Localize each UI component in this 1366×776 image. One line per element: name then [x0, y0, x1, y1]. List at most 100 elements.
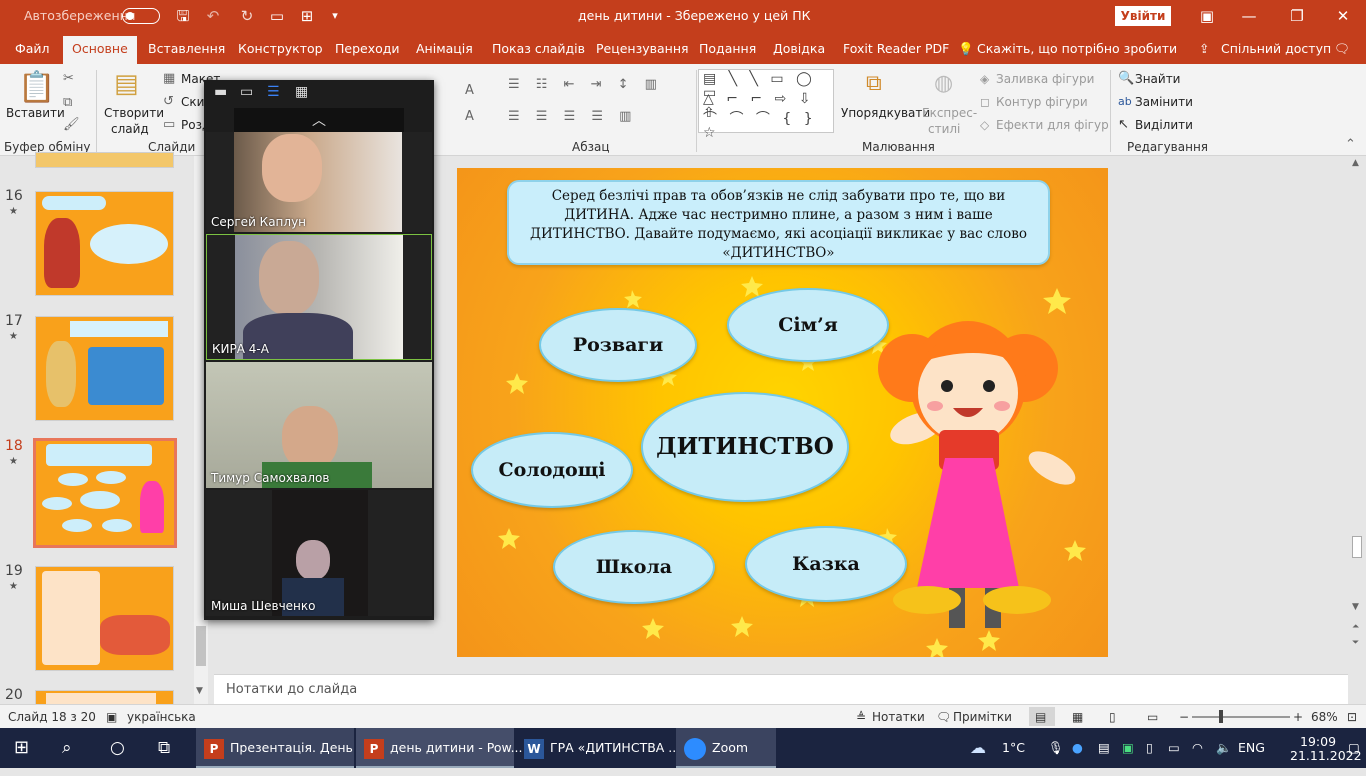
collapse-ribbon-icon[interactable]: ⌃ [1345, 138, 1356, 152]
tab-transitions[interactable]: Переходи [335, 41, 400, 56]
slide-thumbnail-19[interactable] [35, 566, 174, 671]
customize-qat-icon[interactable]: ▾ [324, 6, 346, 26]
replace-icon[interactable]: ab [1118, 95, 1132, 109]
tab-help[interactable]: Довідка [773, 41, 825, 56]
strip-view-icon[interactable]: ☰ [267, 84, 280, 100]
task-view-icon[interactable]: ⧉ [158, 728, 170, 768]
weather-icon[interactable]: ☁ [970, 728, 986, 768]
previous-slide-icon[interactable]: ⏶ [1352, 622, 1359, 632]
arrange-icon[interactable]: ⧉ [866, 72, 882, 96]
tab-animations[interactable]: Анімація [416, 41, 473, 56]
tray-icon[interactable]: ▭ [1168, 728, 1180, 768]
participant-video-active[interactable]: КИРА 4-А [206, 234, 432, 360]
wifi-icon[interactable]: ◠ [1192, 728, 1203, 768]
slide-sorter-icon[interactable]: ▦ [1072, 710, 1083, 724]
participant-video[interactable]: Сергей Каплун [206, 132, 432, 232]
taskbar-app[interactable]: P Презентація. День ... [196, 728, 369, 768]
notes-placeholder[interactable]: Нотатки до слайда [226, 682, 357, 697]
slideshow-icon[interactable]: ▭ [1147, 710, 1158, 724]
find-icon[interactable]: 🔍 [1118, 72, 1134, 86]
cloud-shkola[interactable]: Школа [553, 530, 715, 604]
minimize-video-icon[interactable]: ▬ [214, 84, 227, 100]
start-icon[interactable]: ⊞ [14, 728, 29, 768]
comments-icon[interactable]: 🗨 [1334, 41, 1350, 57]
scroll-participants-up[interactable]: ︿ [234, 108, 404, 132]
cloud-simya[interactable]: Сім’я [727, 288, 889, 362]
network-icon[interactable]: ▯ [1146, 728, 1153, 768]
cortana-icon[interactable]: ○ [110, 728, 125, 768]
qat-icon[interactable]: ⊞ [296, 6, 318, 26]
scroll-up-icon[interactable]: ▲ [1352, 158, 1359, 168]
slide-intro-textbox[interactable]: Серед безлічі прав та обов’язків не слід… [507, 180, 1050, 265]
taskbar-app-active[interactable]: Pдень дитини - Pow... [356, 728, 523, 768]
tab-foxit[interactable]: Foxit Reader PDF [843, 41, 949, 56]
redo-icon[interactable]: ↻ [236, 6, 258, 26]
slide-scrollbar[interactable]: ▲ ▼ ⏶ ⏷ [1348, 156, 1366, 674]
copy-icon[interactable]: ⧉ [63, 96, 72, 110]
scroll-down-icon[interactable]: ▼ [1352, 602, 1359, 612]
scroll-down-icon[interactable]: ▼ [196, 686, 203, 696]
cloud-kazka[interactable]: Казка [745, 526, 907, 602]
zoom-out-icon[interactable]: − [1179, 710, 1189, 724]
normal-view-icon[interactable]: ▤ [1035, 710, 1046, 724]
chevron-up-icon[interactable]: ︿ [312, 110, 326, 130]
slide-thumbnails-panel[interactable]: 16 ★ 17 ★ 18 ★ 19 ★ 20 ▼ [0, 152, 210, 706]
reading-view-icon[interactable]: ▯ [1109, 710, 1116, 724]
cloud-rozvahy[interactable]: Розваги [539, 308, 697, 382]
replace-button[interactable]: Замінити [1135, 95, 1193, 109]
find-button[interactable]: Знайти [1135, 72, 1180, 86]
notes-icon[interactable]: ≜ [856, 710, 866, 724]
bullets-icons[interactable]: ☰ ☷ ⇤ ⇥ ↕ ▥ [508, 78, 663, 92]
notifications-icon[interactable]: ▢ [1348, 728, 1360, 768]
ribbon-display-icon[interactable]: ▣ [1196, 6, 1218, 26]
zoom-video-panel[interactable]: ▬ ▭ ☰ ▦ ︿ Сергей Каплун КИРА 4-А Тимур С… [204, 80, 434, 620]
arrange-button[interactable]: Упорядкувати [841, 106, 930, 120]
cloud-solodoshchi[interactable]: Солодощі [471, 432, 633, 508]
slide-thumbnail-18-selected[interactable] [33, 438, 177, 548]
zoom-slider[interactable] [1192, 716, 1290, 718]
save-icon[interactable]: 🖫 [172, 6, 194, 26]
share-icon[interactable]: ⇪ [1199, 41, 1209, 56]
close-icon[interactable]: ✕ [1332, 6, 1354, 26]
tab-review[interactable]: Рецензування [596, 41, 689, 56]
input-language[interactable]: ENG [1238, 728, 1265, 768]
participant-video[interactable]: Миша Шевченко [206, 490, 432, 616]
microphone-icon[interactable]: 🎙 [1048, 728, 1064, 768]
taskbar-app[interactable]: Zoom [676, 728, 776, 768]
slide-thumbnail-16[interactable] [35, 191, 174, 296]
notes-pane[interactable]: Нотатки до слайда [214, 674, 1348, 704]
taskbar-app[interactable]: W ГРА «ДИТИНСТВА ... [516, 728, 680, 768]
select-button[interactable]: Виділити [1135, 118, 1193, 132]
restore-icon[interactable]: ❐ [1286, 6, 1308, 26]
tab-home[interactable]: Основне [63, 36, 137, 64]
zoom-tray-icon[interactable]: ● [1072, 728, 1083, 768]
paste-icon[interactable]: 📋 [18, 72, 55, 104]
slide-thumbnail-15[interactable] [35, 152, 174, 168]
shape-effects-icon[interactable]: ◇ [980, 118, 989, 132]
tab-design[interactable]: Конструктор [238, 41, 323, 56]
font-size-up-icon[interactable]: A [465, 84, 474, 98]
notes-toggle[interactable]: Нотатки [872, 710, 925, 724]
tab-insert[interactable]: Вставлення [148, 41, 225, 56]
thumbnails-scroll-thumb[interactable] [196, 626, 206, 666]
volume-icon[interactable]: 🔈 [1216, 728, 1232, 768]
select-icon[interactable]: ↖ [1118, 118, 1129, 132]
new-slide-button[interactable]: Створити [104, 106, 164, 120]
gallery-view-icon[interactable]: ▦ [295, 84, 308, 100]
shape-fill-button[interactable]: Заливка фігури [996, 72, 1094, 86]
new-slide-icon[interactable]: ▤ [114, 70, 139, 98]
slide-scroll-thumb[interactable] [1352, 536, 1362, 558]
autosave-toggle[interactable] [122, 8, 160, 24]
minimize-icon[interactable]: — [1238, 6, 1260, 26]
tab-file[interactable]: Файл [15, 41, 50, 56]
format-painter-icon[interactable]: 🖌 [63, 118, 80, 132]
reset-icon[interactable]: ↺ [163, 95, 174, 109]
active-speaker-icon[interactable]: ▭ [240, 84, 253, 100]
section-icon[interactable]: ▭ [163, 118, 175, 132]
cloud-dytynstvo[interactable]: ДИТИНСТВО [641, 392, 849, 502]
shape-outline-icon[interactable]: ◻ [980, 95, 990, 109]
slide-thumbnail-17[interactable] [35, 316, 174, 421]
language-indicator[interactable]: українська [127, 710, 196, 724]
tray-icon[interactable]: ▣ [1122, 728, 1134, 768]
next-slide-icon[interactable]: ⏷ [1352, 638, 1359, 648]
